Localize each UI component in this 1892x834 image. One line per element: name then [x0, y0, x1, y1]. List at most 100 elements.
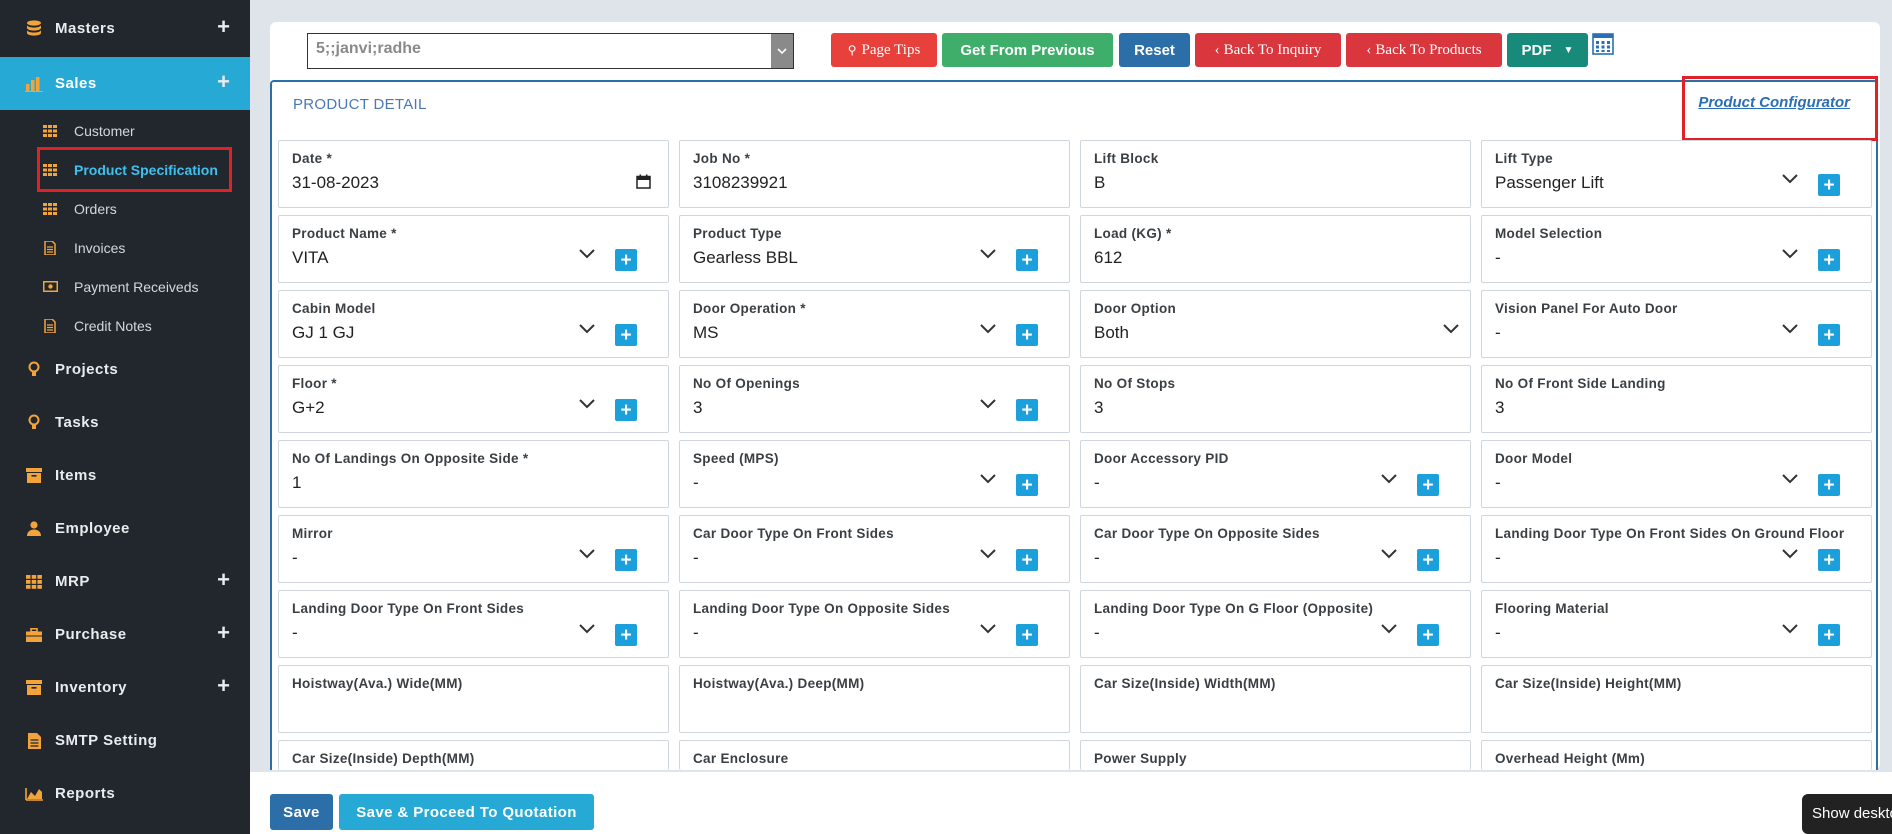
- field-flooring-material[interactable]: Flooring Material - +: [1481, 590, 1872, 658]
- expand-plus-icon[interactable]: +: [217, 69, 230, 95]
- field-no-stops[interactable]: No Of Stops 3: [1080, 365, 1471, 433]
- save-proceed-quotation-button[interactable]: Save & Proceed To Quotation: [339, 794, 594, 830]
- sidebar-item-reports[interactable]: Reports: [0, 767, 250, 820]
- chevron-down-icon[interactable]: [979, 398, 999, 418]
- field-value[interactable]: -: [1094, 548, 1100, 568]
- add-plus-icon[interactable]: +: [1417, 549, 1439, 571]
- field-value[interactable]: Gearless BBL: [693, 248, 798, 268]
- chevron-down-icon[interactable]: [979, 323, 999, 343]
- save-button[interactable]: Save: [270, 794, 333, 830]
- field-door-operation[interactable]: Door Operation * MS +: [679, 290, 1070, 358]
- sidebar-subitem-credit-notes[interactable]: Credit Notes: [0, 306, 250, 345]
- field-value[interactable]: 3: [693, 398, 702, 418]
- field-value[interactable]: -: [1094, 473, 1100, 493]
- field-value[interactable]: 1: [292, 473, 301, 493]
- field-landing-door-g-opposite[interactable]: Landing Door Type On G Floor (Opposite) -…: [1080, 590, 1471, 658]
- add-plus-icon[interactable]: +: [615, 399, 637, 421]
- add-plus-icon[interactable]: +: [1417, 624, 1439, 646]
- field-value[interactable]: -: [693, 473, 699, 493]
- chevron-down-icon[interactable]: [1380, 473, 1400, 493]
- field-product-type[interactable]: Product Type Gearless BBL +: [679, 215, 1070, 283]
- field-value[interactable]: GJ 1 GJ: [292, 323, 354, 343]
- expand-plus-icon[interactable]: +: [217, 14, 230, 40]
- chevron-down-icon[interactable]: [578, 548, 598, 568]
- chevron-down-icon[interactable]: [1781, 473, 1801, 493]
- sidebar-item-smtp-setting[interactable]: SMTP Setting: [0, 714, 250, 767]
- add-plus-icon[interactable]: +: [1818, 474, 1840, 496]
- sidebar-item-employee[interactable]: Employee: [0, 502, 250, 555]
- page-tips-button[interactable]: ⚲ Page Tips: [831, 33, 937, 67]
- field-value[interactable]: -: [1495, 623, 1501, 643]
- get-from-previous-button[interactable]: Get From Previous: [942, 33, 1113, 67]
- add-plus-icon[interactable]: +: [615, 324, 637, 346]
- sidebar-item-tasks[interactable]: Tasks: [0, 396, 250, 449]
- field-mirror[interactable]: Mirror - +: [278, 515, 669, 583]
- field-car-door-front[interactable]: Car Door Type On Front Sides - +: [679, 515, 1070, 583]
- field-power-supply[interactable]: Power Supply: [1080, 740, 1471, 770]
- field-landing-door-front[interactable]: Landing Door Type On Front Sides - +: [278, 590, 669, 658]
- add-plus-icon[interactable]: +: [615, 624, 637, 646]
- expand-plus-icon[interactable]: +: [217, 673, 230, 699]
- add-plus-icon[interactable]: +: [1818, 324, 1840, 346]
- field-value[interactable]: -: [292, 623, 298, 643]
- chevron-down-icon[interactable]: [1380, 548, 1400, 568]
- expand-plus-icon[interactable]: +: [217, 567, 230, 593]
- add-plus-icon[interactable]: +: [615, 549, 637, 571]
- field-no-openings[interactable]: No Of Openings 3 +: [679, 365, 1070, 433]
- add-plus-icon[interactable]: +: [1818, 249, 1840, 271]
- field-floor[interactable]: Floor * G+2 +: [278, 365, 669, 433]
- field-car-door-opposite[interactable]: Car Door Type On Opposite Sides - +: [1080, 515, 1471, 583]
- calendar-icon[interactable]: [636, 174, 652, 190]
- field-value[interactable]: VITA: [292, 248, 329, 268]
- add-plus-icon[interactable]: +: [1818, 174, 1840, 196]
- field-door-accessory[interactable]: Door Accessory PID - +: [1080, 440, 1471, 508]
- sidebar-item-items[interactable]: Items: [0, 449, 250, 502]
- field-value[interactable]: -: [693, 548, 699, 568]
- field-car-enclosure[interactable]: Car Enclosure: [679, 740, 1070, 770]
- chevron-down-icon[interactable]: [578, 248, 598, 268]
- add-plus-icon[interactable]: +: [1016, 474, 1038, 496]
- field-landing-door-front-ground[interactable]: Landing Door Type On Front Sides On Grou…: [1481, 515, 1872, 583]
- field-value[interactable]: 3: [1094, 398, 1103, 418]
- add-plus-icon[interactable]: +: [1016, 249, 1038, 271]
- field-value[interactable]: 3: [1495, 398, 1504, 418]
- field-cabin-model[interactable]: Cabin Model GJ 1 GJ +: [278, 290, 669, 358]
- add-plus-icon[interactable]: +: [1818, 624, 1840, 646]
- add-plus-icon[interactable]: +: [1417, 474, 1439, 496]
- add-plus-icon[interactable]: +: [1016, 324, 1038, 346]
- field-value[interactable]: -: [1495, 323, 1501, 343]
- field-job-no[interactable]: Job No * 3108239921: [679, 140, 1070, 208]
- field-date[interactable]: Date * 31-08-2023: [278, 140, 669, 208]
- add-plus-icon[interactable]: +: [1818, 549, 1840, 571]
- field-load[interactable]: Load (KG) * 612: [1080, 215, 1471, 283]
- sidebar-item-inventory[interactable]: Inventory +: [0, 661, 250, 714]
- add-plus-icon[interactable]: +: [1016, 624, 1038, 646]
- field-value[interactable]: -: [1495, 248, 1501, 268]
- chevron-down-icon[interactable]: [1781, 623, 1801, 643]
- field-value[interactable]: B: [1094, 173, 1105, 193]
- field-car-depth[interactable]: Car Size(Inside) Depth(MM): [278, 740, 669, 770]
- field-door-model[interactable]: Door Model - +: [1481, 440, 1872, 508]
- field-value[interactable]: -: [693, 623, 699, 643]
- sidebar-subitem-customer[interactable]: Customer: [0, 111, 250, 150]
- sidebar-item-sales[interactable]: Sales +: [0, 57, 250, 110]
- field-speed[interactable]: Speed (MPS) - +: [679, 440, 1070, 508]
- add-plus-icon[interactable]: +: [1016, 399, 1038, 421]
- field-value[interactable]: G+2: [292, 398, 325, 418]
- calculator-icon[interactable]: [1592, 33, 1616, 57]
- field-vision-panel[interactable]: Vision Panel For Auto Door - +: [1481, 290, 1872, 358]
- sidebar-item-projects[interactable]: Projects: [0, 343, 250, 396]
- chevron-down-icon[interactable]: [771, 34, 793, 68]
- add-plus-icon[interactable]: +: [1016, 549, 1038, 571]
- field-car-height[interactable]: Car Size(Inside) Height(MM): [1481, 665, 1872, 733]
- field-lift-block[interactable]: Lift Block B: [1080, 140, 1471, 208]
- field-model-selection[interactable]: Model Selection - +: [1481, 215, 1872, 283]
- field-value[interactable]: -: [292, 548, 298, 568]
- field-value[interactable]: Both: [1094, 323, 1129, 343]
- chevron-down-icon[interactable]: [979, 473, 999, 493]
- sidebar-subitem-payment-receiveds[interactable]: Payment Receiveds: [0, 267, 250, 306]
- chevron-down-icon[interactable]: [1442, 323, 1462, 343]
- field-door-option[interactable]: Door Option Both: [1080, 290, 1471, 358]
- field-value[interactable]: Passenger Lift: [1495, 173, 1604, 193]
- expand-plus-icon[interactable]: +: [217, 620, 230, 646]
